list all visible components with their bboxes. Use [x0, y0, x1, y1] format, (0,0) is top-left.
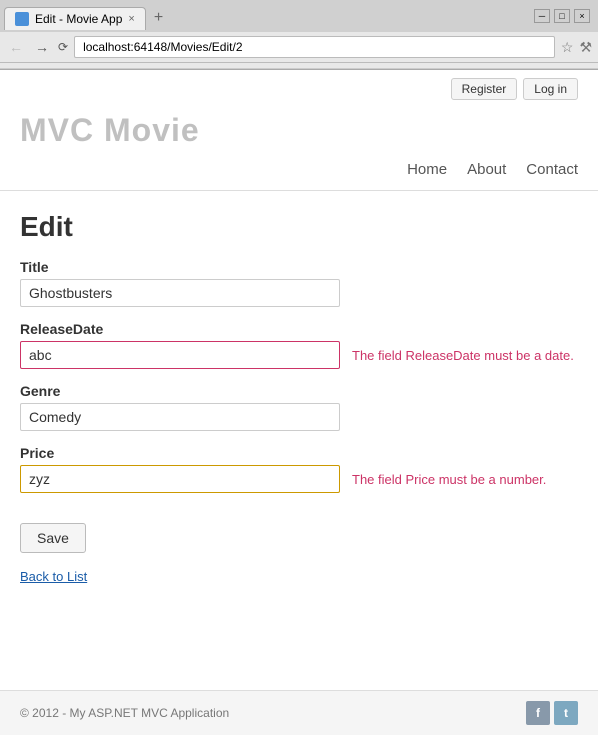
- genre-group: Genre: [20, 383, 578, 431]
- price-group: Price The field Price must be a number.: [20, 445, 578, 493]
- back-to-list-link[interactable]: Back to List: [20, 569, 87, 584]
- maximize-button[interactable]: □: [554, 9, 570, 23]
- save-button[interactable]: Save: [20, 523, 86, 553]
- page-wrapper: Register Log in MVC Movie Home About Con…: [0, 70, 598, 690]
- bookmarks-bar: [0, 63, 598, 69]
- header-top: Register Log in: [20, 70, 578, 104]
- main-content: Edit Title ReleaseDate The field Release…: [0, 191, 598, 606]
- refresh-button[interactable]: ⟳: [58, 40, 68, 54]
- forward-button[interactable]: →: [32, 37, 52, 57]
- site-title: MVC Movie: [20, 104, 578, 153]
- copyright-text: © 2012 - My ASP.NET MVC Application: [20, 706, 229, 720]
- price-error: The field Price must be a number.: [352, 472, 546, 487]
- login-button[interactable]: Log in: [523, 78, 578, 100]
- bookmark-star-icon[interactable]: ☆: [561, 39, 574, 56]
- title-label: Title: [20, 259, 578, 275]
- page-heading: Edit: [20, 211, 578, 243]
- release-date-group: ReleaseDate The field ReleaseDate must b…: [20, 321, 578, 369]
- price-label: Price: [20, 445, 578, 461]
- site-header: Register Log in MVC Movie Home About Con…: [0, 70, 598, 191]
- social-icons: f t: [526, 701, 578, 725]
- release-date-row: The field ReleaseDate must be a date.: [20, 341, 578, 369]
- site-footer: © 2012 - My ASP.NET MVC Application f t: [0, 690, 598, 735]
- close-button[interactable]: ×: [574, 9, 590, 23]
- title-group: Title: [20, 259, 578, 307]
- release-date-input[interactable]: [20, 341, 340, 369]
- active-tab[interactable]: Edit - Movie App ×: [4, 7, 146, 30]
- url-bar[interactable]: [74, 36, 555, 58]
- nav-home[interactable]: Home: [407, 161, 447, 178]
- title-input[interactable]: [20, 279, 340, 307]
- browser-chrome: Edit - Movie App × + ─ □ × ← → ⟳ ☆ ⚒: [0, 0, 598, 70]
- main-nav: Home About Contact: [20, 153, 578, 190]
- tab-title: Edit - Movie App: [35, 12, 122, 26]
- register-button[interactable]: Register: [451, 78, 518, 100]
- window-controls: ─ □ ×: [534, 9, 594, 27]
- twitter-icon[interactable]: t: [554, 701, 578, 725]
- release-date-label: ReleaseDate: [20, 321, 578, 337]
- genre-input[interactable]: [20, 403, 340, 431]
- facebook-icon[interactable]: f: [526, 701, 550, 725]
- tab-favicon: [15, 12, 29, 26]
- tab-close-button[interactable]: ×: [128, 13, 134, 25]
- minimize-button[interactable]: ─: [534, 9, 550, 23]
- genre-label: Genre: [20, 383, 578, 399]
- new-tab-button[interactable]: +: [150, 9, 167, 27]
- settings-wrench-icon[interactable]: ⚒: [579, 39, 592, 56]
- price-input[interactable]: [20, 465, 340, 493]
- tab-bar: Edit - Movie App × + ─ □ ×: [0, 0, 598, 32]
- back-button[interactable]: ←: [6, 37, 26, 57]
- price-row: The field Price must be a number.: [20, 465, 578, 493]
- nav-about[interactable]: About: [467, 161, 506, 178]
- nav-contact[interactable]: Contact: [526, 161, 578, 178]
- address-bar: ← → ⟳ ☆ ⚒: [0, 32, 598, 63]
- release-date-error: The field ReleaseDate must be a date.: [352, 348, 574, 363]
